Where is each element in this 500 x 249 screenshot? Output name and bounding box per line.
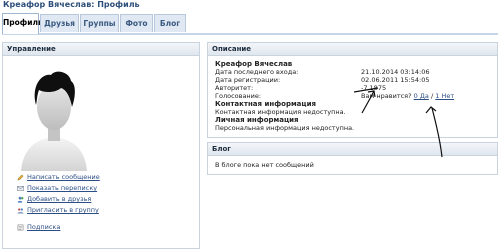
profile-tabs: Профиль Друзья Группы Фото Блог xyxy=(2,13,498,35)
invite-group-link[interactable]: Пригласить в группу xyxy=(17,206,99,215)
vote-separator: / xyxy=(430,92,434,100)
blog-empty-text: В блоге пока нет сообщений xyxy=(215,161,314,169)
last-login-label: Дата последнего входа: xyxy=(215,68,299,76)
authority-value: -7.1875 xyxy=(361,84,387,92)
subscribe-link[interactable]: Подписка xyxy=(17,223,60,232)
management-panel-title: Управление xyxy=(3,43,199,56)
last-login-value: 21.10.2014 03:14:06 xyxy=(361,68,430,76)
contact-heading: Контактная информация xyxy=(215,100,316,108)
registered-label: Дата регистрации: xyxy=(215,76,281,84)
avatar xyxy=(21,71,87,171)
contact-text: Контактная информация недоступна. xyxy=(215,108,346,116)
group-invite-icon xyxy=(17,207,24,214)
tab-profile[interactable]: Профиль xyxy=(2,13,43,34)
personal-text: Персональная информация недоступна. xyxy=(215,124,355,132)
subscribe-icon xyxy=(17,224,24,230)
vote-controls: Вам нравится? 0 Да / 1 Нет xyxy=(361,92,454,100)
tab-groups[interactable]: Группы xyxy=(80,14,119,32)
window-title: Креафор Вячеслав: Профиль xyxy=(3,0,140,9)
tab-blog[interactable]: Блог xyxy=(154,14,186,32)
management-panel: Управление Написать сообщение Показать п… xyxy=(2,42,200,249)
tab-friends[interactable]: Друзья xyxy=(40,14,79,32)
description-panel: Описание Креафор Вячеслав Дата последнег… xyxy=(207,42,498,138)
add-friend-link[interactable]: Добавить в друзья xyxy=(17,195,91,204)
personal-heading: Личная информация xyxy=(215,116,299,124)
blog-panel-title: Блог xyxy=(208,143,497,156)
vote-no-link[interactable]: 1 Нет xyxy=(435,92,454,100)
tab-photos[interactable]: Фото xyxy=(120,14,153,32)
show-conversation-link[interactable]: Показать переписку xyxy=(17,184,97,193)
write-message-link[interactable]: Написать сообщение xyxy=(17,173,100,182)
vote-yes-link[interactable]: 0 Да xyxy=(414,92,429,100)
profile-name: Креафор Вячеслав xyxy=(215,60,293,68)
vote-label: Голосование: xyxy=(215,92,262,100)
authority-label: Авторитет: xyxy=(215,84,254,92)
description-panel-title: Описание xyxy=(208,43,497,56)
blog-panel: Блог В блоге пока нет сообщений xyxy=(207,142,498,175)
vote-question: Вам нравится? xyxy=(361,92,412,100)
mail-icon xyxy=(17,185,24,191)
pencil-icon xyxy=(17,174,24,180)
registered-value: 02.06.2011 15:54:05 xyxy=(361,76,430,84)
add-friend-icon xyxy=(17,196,24,203)
